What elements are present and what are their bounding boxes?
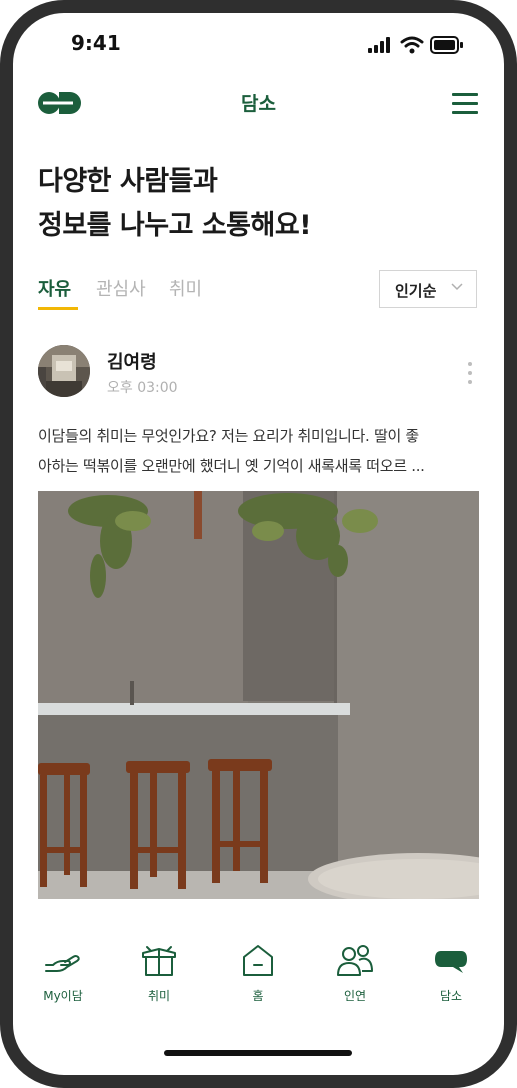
tab-interests[interactable]: 관심사 (96, 275, 146, 301)
people-icon (337, 945, 373, 976)
tab-active-indicator (38, 307, 78, 310)
bottom-nav: My이담 취미 홈 인연 담소 (13, 943, 504, 1013)
nav-label-connections: 인연 (343, 989, 367, 1003)
more-vertical-icon (468, 362, 472, 366)
post-time: 오후 03:00 (107, 380, 178, 396)
avatar-photo (38, 345, 90, 397)
hero-line-1: 다양한 사람들과 (38, 166, 218, 197)
nav-item-connections[interactable]: 인연 (315, 943, 395, 1009)
nav-label-chat: 담소 (439, 989, 463, 1003)
nav-item-chat[interactable]: 담소 (411, 943, 491, 1009)
sort-label: 인기순 (395, 282, 437, 300)
nav-label-hobby: 취미 (147, 989, 171, 1003)
wifi-icon (400, 36, 424, 54)
header-title: 담소 (241, 93, 276, 115)
tab-hobby[interactable]: 취미 (169, 275, 202, 301)
signal-icon (368, 37, 390, 53)
menu-icon (452, 93, 478, 96)
battery-icon (430, 36, 463, 54)
menu-button[interactable] (452, 93, 480, 115)
post-photo (38, 491, 479, 899)
chevron-down-icon (451, 283, 463, 291)
post-image[interactable] (38, 491, 479, 899)
hand-heart-icon (45, 955, 80, 972)
status-time: 9:41 (71, 31, 121, 55)
more-options-button[interactable] (465, 362, 475, 388)
tab-free[interactable]: 자유 (38, 275, 71, 301)
box-icon (142, 946, 176, 976)
nav-item-hobby[interactable]: 취미 (119, 943, 199, 1009)
post-body-line-2: 아하는 떡볶이를 오랜만에 했더니 옛 기억이 새록새록 떠오르 ... (38, 457, 425, 475)
home-icon (243, 945, 273, 976)
home-indicator[interactable] (164, 1050, 352, 1056)
hero-line-2: 정보를 나누고 소통해요! (38, 210, 312, 241)
post-author[interactable]: 김여령 (107, 348, 157, 374)
screen: 9:41 담소 다양한 사람들과 정보를 나누고 소통해요! 자유 관심사 취미… (13, 13, 504, 1075)
nav-item-home[interactable]: 홈 (218, 943, 298, 1009)
avatar[interactable] (38, 345, 90, 397)
nav-label-my-idam: My이담 (43, 989, 83, 1003)
nav-item-my-idam[interactable]: My이담 (23, 943, 103, 1009)
nav-label-home: 홈 (252, 989, 264, 1003)
hero-heading: 다양한 사람들과 정보를 나누고 소통해요! (38, 160, 478, 248)
post-body-line-1: 이담들의 취미는 무엇인가요? 저는 요리가 취미입니다. 딸이 좋 (38, 427, 419, 445)
post-body[interactable]: 이담들의 취미는 무엇인가요? 저는 요리가 취미입니다. 딸이 좋 아하는 떡… (38, 421, 478, 481)
phone-frame: 9:41 담소 다양한 사람들과 정보를 나누고 소통해요! 자유 관심사 취미… (0, 0, 517, 1088)
chat-bubble-icon (435, 951, 467, 973)
sort-dropdown[interactable]: 인기순 (379, 270, 477, 308)
